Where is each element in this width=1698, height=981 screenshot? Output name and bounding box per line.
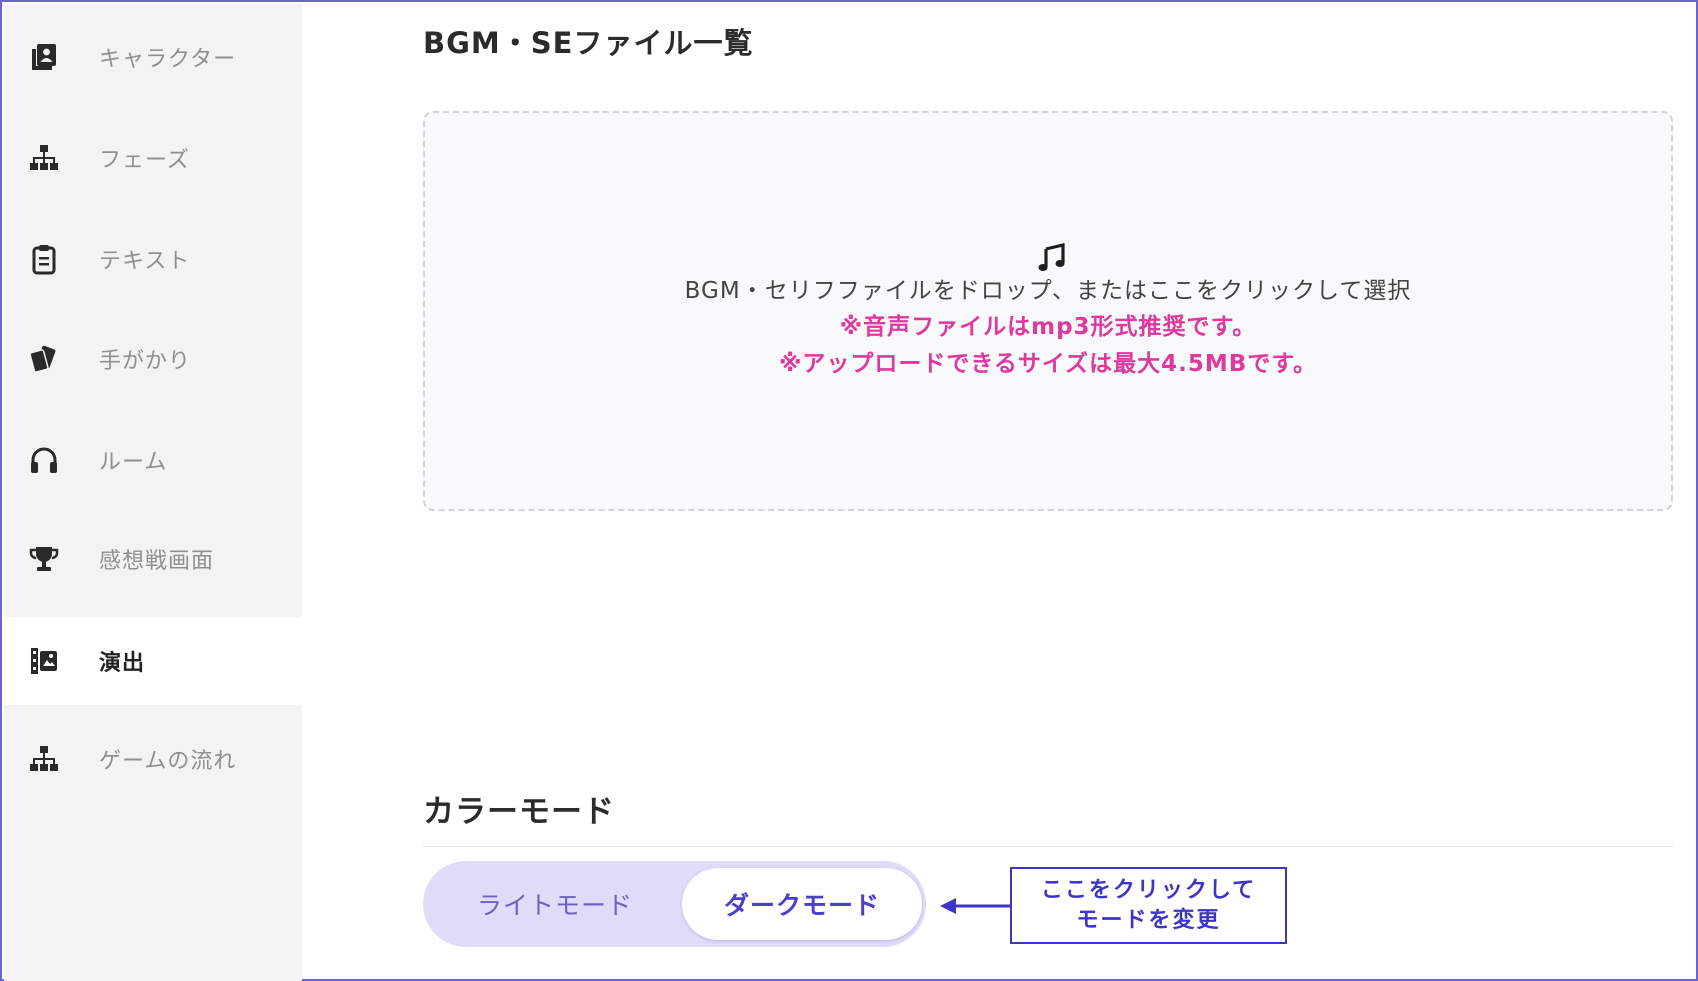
sidebar-item-label: キャラクター	[99, 47, 237, 72]
sidebar-item-label: テキスト	[99, 249, 191, 274]
sidebar-item-label: ルーム	[99, 450, 168, 475]
page-title: BGM・SEファイル一覧	[423, 26, 754, 60]
sidebar-item-label: フェーズ	[99, 148, 190, 173]
callout-arrow-icon	[940, 898, 1012, 914]
light-mode-button[interactable]: ライトモード	[435, 861, 675, 947]
color-mode-toggle: ライトモード ダークモード	[423, 861, 926, 947]
sidebar-item-label: ゲームの流れ	[99, 749, 237, 774]
annotation-callout: ここをクリックして モードを変更	[1010, 867, 1287, 944]
headphones-icon	[26, 442, 62, 478]
sidebar-item-character[interactable]: キャラクター	[4, 13, 302, 101]
clipboard-icon	[26, 241, 62, 277]
film-icon	[26, 643, 62, 679]
sidebar-item-label: 演出	[99, 651, 146, 676]
callout-line: ここをクリックして	[1040, 877, 1257, 903]
dropzone-size-note: ※アップロードできるサイズは最大4.5MBです。	[778, 351, 1318, 377]
character-book-icon	[26, 39, 62, 75]
sidebar: キャラクター フェーズ テキスト 手がかり ルーム 感想戦画面 演出 ゲームの流…	[4, 4, 302, 981]
divider	[423, 846, 1673, 847]
sidebar-item-effects[interactable]: 演出	[4, 617, 302, 705]
sidebar-item-clues[interactable]: 手がかり	[4, 315, 302, 403]
sidebar-item-label: 手がかり	[99, 349, 192, 374]
sitemap-icon	[26, 140, 62, 176]
file-dropzone[interactable]: BGM・セリフファイルをドロップ、またはここをクリックして選択 ※音声ファイルは…	[423, 111, 1673, 511]
dropzone-instruction: BGM・セリフファイルをドロップ、またはここをクリックして選択	[684, 278, 1412, 304]
trophy-icon	[26, 541, 62, 577]
callout-line: モードを変更	[1076, 907, 1221, 933]
dropzone-format-note: ※音声ファイルはmp3形式推奨です。	[839, 314, 1257, 340]
sidebar-item-review[interactable]: 感想戦画面	[4, 515, 302, 603]
music-note-icon	[1038, 242, 1065, 271]
sitemap-icon	[26, 741, 62, 777]
sidebar-item-room[interactable]: ルーム	[4, 416, 302, 504]
color-mode-title: カラーモード	[423, 794, 615, 830]
sidebar-item-text[interactable]: テキスト	[4, 215, 302, 303]
app-frame: キャラクター フェーズ テキスト 手がかり ルーム 感想戦画面 演出 ゲームの流…	[0, 0, 1698, 981]
sidebar-item-game-flow[interactable]: ゲームの流れ	[4, 715, 302, 803]
cards-icon	[26, 341, 62, 377]
sidebar-item-label: 感想戦画面	[99, 549, 215, 574]
dark-mode-button[interactable]: ダークモード	[682, 868, 922, 940]
sidebar-item-phase[interactable]: フェーズ	[4, 114, 302, 202]
